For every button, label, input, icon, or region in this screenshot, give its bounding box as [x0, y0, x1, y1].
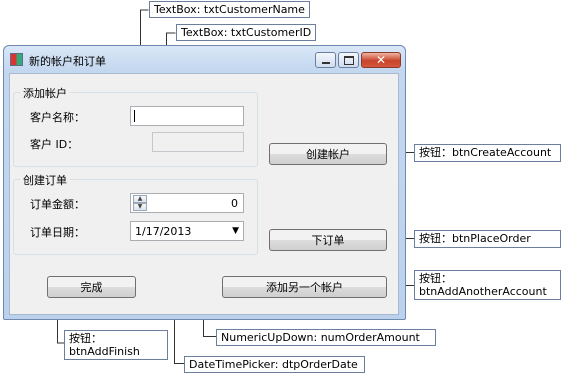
title-bar[interactable]: 新的帐户和订单 ✕ — [8, 49, 401, 71]
arrow-down-icon: ▼ — [137, 203, 143, 210]
customer-name-label: 客户名称： — [30, 111, 85, 124]
app-icon — [10, 53, 23, 66]
callout-txt-customer-name: TextBox: txtCustomerName — [149, 1, 310, 18]
groupbox-create-order: 创建订单 订单金额： ▲ ▼ 0 订单日期： 1/17/2013 ▼ — [13, 172, 258, 255]
callout-dtp-order-date: DateTimePicker: dtpOrderDate — [184, 356, 365, 373]
callout-btn-create-account: 按钮：btnCreateAccount — [414, 144, 561, 162]
close-icon: ✕ — [375, 53, 387, 67]
place-order-button[interactable]: 下订单 — [269, 229, 387, 251]
callout-btn-add-finish: 按钮： btnAddFinish — [64, 330, 168, 360]
groupbox-add-account: 添加帐户 客户名称： 客户 ID： — [13, 85, 258, 167]
text-caret — [134, 110, 135, 122]
order-amount-value: 0 — [231, 197, 238, 210]
groupbox-title: 创建订单 — [20, 172, 70, 188]
minimize-icon — [321, 61, 330, 64]
callout-num-order-amount: NumericUpDown: numOrderAmount — [216, 329, 436, 346]
order-date-value: 1/17/2013 — [135, 225, 192, 238]
dropdown-arrow-icon[interactable]: ▼ — [232, 226, 239, 236]
spin-down-button[interactable]: ▼ — [133, 203, 147, 211]
callout-btn-place-order: 按钮：btnPlaceOrder — [414, 230, 561, 248]
window-title: 新的帐户和订单 — [29, 55, 106, 68]
callout-line: 按钮： — [419, 272, 452, 285]
callout-line: btnAddFinish — [69, 345, 140, 358]
callout-line: btnAddAnotherAccount — [419, 285, 547, 298]
maximize-button[interactable] — [338, 52, 359, 68]
order-amount-label: 订单金额： — [30, 198, 85, 211]
close-button[interactable]: ✕ — [361, 52, 401, 68]
restore-icon — [343, 55, 354, 65]
order-date-picker[interactable]: 1/17/2013 ▼ — [130, 221, 244, 241]
form-client-area: 添加帐户 客户名称： 客户 ID： 创建订单 订单金额： ▲ ▼ 0 订单日期：… — [9, 73, 399, 315]
add-another-account-button[interactable]: 添加另一个帐户 — [222, 276, 387, 298]
finish-button[interactable]: 完成 — [47, 276, 136, 298]
customer-id-field[interactable] — [152, 132, 244, 152]
minimize-button[interactable] — [315, 52, 336, 68]
form-window: 新的帐户和订单 ✕ 添加帐户 客户名称： 客户 ID： 创建订单 订单金额： ▲… — [3, 45, 406, 320]
customer-name-input[interactable] — [130, 106, 244, 126]
spin-up-button[interactable]: ▲ — [133, 195, 147, 203]
callout-txt-customer-id: TextBox: txtCustomerID — [176, 24, 317, 41]
order-date-label: 订单日期： — [30, 226, 85, 239]
callout-btn-add-another-account: 按钮： btnAddAnotherAccount — [414, 270, 561, 300]
callout-line: 按钮： — [69, 332, 102, 345]
customer-id-label: 客户 ID： — [30, 138, 79, 151]
order-amount-numeric[interactable]: ▲ ▼ 0 — [130, 193, 244, 213]
groupbox-title: 添加帐户 — [20, 85, 70, 101]
arrow-up-icon: ▲ — [137, 195, 143, 202]
create-account-button[interactable]: 创建帐户 — [269, 143, 387, 165]
